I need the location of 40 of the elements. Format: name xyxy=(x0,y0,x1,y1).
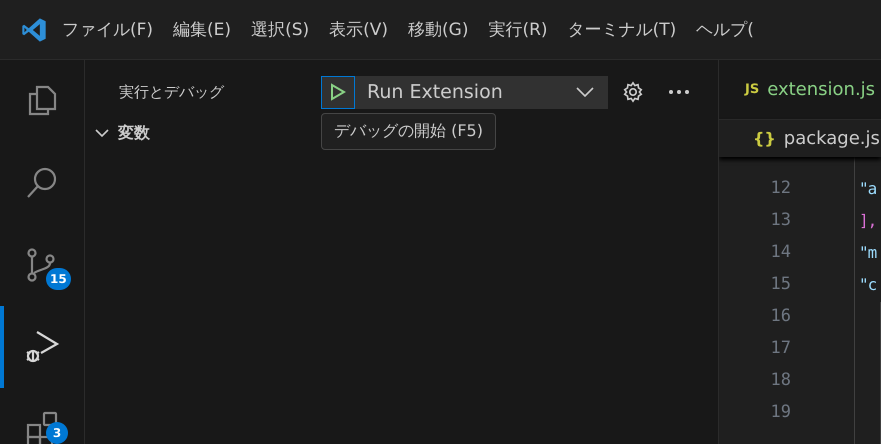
count-badge: 3 xyxy=(46,422,68,444)
line-number: 14 xyxy=(770,242,791,262)
line-number: 17 xyxy=(770,338,791,358)
app-logo-icon xyxy=(20,16,48,44)
section-header[interactable]: 変数 xyxy=(85,116,205,150)
file-type-icon: JS xyxy=(745,82,760,97)
settings-icon[interactable] xyxy=(622,81,644,103)
tooltip: デバッグの開始 (F5) xyxy=(321,113,496,150)
more-icon[interactable] xyxy=(668,89,690,95)
line-number: 19 xyxy=(770,402,791,422)
play-icon xyxy=(330,83,346,101)
start-debugging-button[interactable] xyxy=(321,76,355,108)
menu-item[interactable]: 選択(S) xyxy=(251,18,310,41)
menu-item[interactable]: 実行(R) xyxy=(488,18,548,41)
line-number: 13 xyxy=(770,210,791,230)
menu-item[interactable]: 表示(V) xyxy=(329,18,388,41)
code-text: "c xyxy=(859,274,876,294)
code-text: "m xyxy=(859,242,876,262)
menu-item[interactable]: 編集(E) xyxy=(173,18,232,41)
menu-item[interactable]: ヘルプ( xyxy=(696,18,754,41)
code-text: ], xyxy=(859,210,876,230)
file-type-icon: {} xyxy=(753,129,776,148)
extensions-icon xyxy=(24,411,60,444)
line-number: 18 xyxy=(770,370,791,390)
count-badge: 15 xyxy=(46,268,71,290)
chevron-down-icon xyxy=(576,87,594,97)
panel-title: 実行とデバッグ xyxy=(119,82,226,102)
code-text: "a xyxy=(859,178,876,198)
line-number: 16 xyxy=(770,306,791,326)
line-number: 12 xyxy=(770,178,791,198)
menu-item[interactable]: 移動(G) xyxy=(408,18,468,41)
launch-config-dropdown[interactable]: Run Extension xyxy=(321,76,608,108)
config-name: Run Extension xyxy=(367,81,504,103)
activity-item[interactable]: 3 xyxy=(0,388,84,444)
menu-item[interactable]: ファイル(F) xyxy=(62,18,154,41)
editor-tab[interactable]: {} package.js xyxy=(719,120,881,157)
line-number: 15 xyxy=(770,274,791,294)
menu-item[interactable]: ターミナル(T) xyxy=(568,18,676,41)
chevron-icon xyxy=(95,128,109,138)
activity-item[interactable]: 15 xyxy=(0,224,84,306)
